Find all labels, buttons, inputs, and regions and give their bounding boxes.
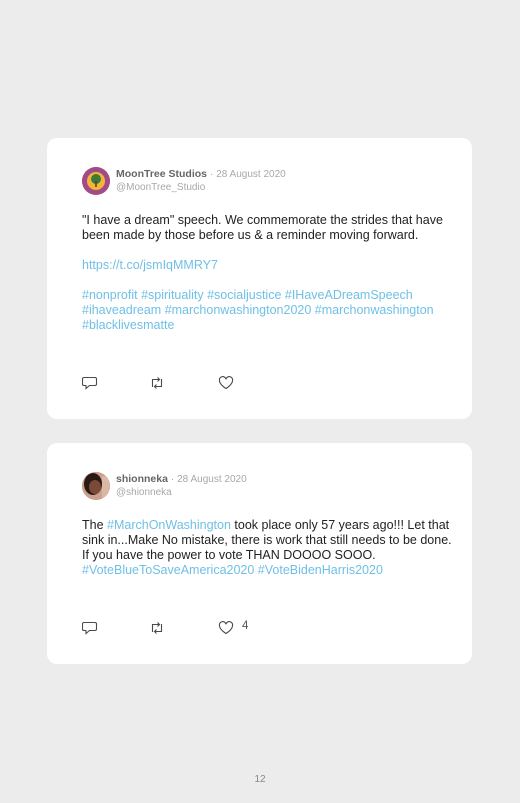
separator: · [209, 169, 214, 180]
tweet-hashtags[interactable]: #nonprofit #spirituality #socialjustice … [82, 288, 452, 333]
author-handle[interactable]: @shionneka [116, 486, 247, 499]
author-handle[interactable]: @MoonTree_Studio [116, 181, 286, 194]
page-number: 12 [254, 774, 266, 785]
tweet-hashtags[interactable]: #VoteBlueToSaveAmerica2020 #VoteBidenHar… [82, 563, 383, 577]
author-name[interactable]: shionneka [116, 473, 168, 485]
tweet-header: shionneka · 28 August 2020 @shionneka [116, 473, 247, 499]
tweet-text-body: "I have a dream" speech. We commemorate … [82, 213, 443, 242]
tweet-date[interactable]: 28 August 2020 [216, 169, 286, 180]
avatar[interactable] [82, 472, 110, 500]
tweet-hashtag[interactable]: #MarchOnWashington [107, 518, 231, 532]
tweet-card: MoonTree Studios · 28 August 2020 @MoonT… [47, 138, 472, 419]
retweet-icon[interactable] [149, 376, 165, 390]
tweet-link[interactable]: https://t.co/jsmIqMMRY7 [82, 258, 452, 273]
tweet-date[interactable]: 28 August 2020 [177, 474, 247, 485]
tweet-text-start: The [82, 518, 108, 532]
tweet-text: "I have a dream" speech. We commemorate … [82, 213, 452, 333]
tweet-text: The #MarchOnWashington took place only 5… [82, 518, 452, 578]
tweet-card: shionneka · 28 August 2020 @shionneka Th… [47, 443, 472, 664]
heart-icon[interactable] [218, 376, 234, 390]
author-name[interactable]: MoonTree Studios [116, 168, 207, 180]
separator: · [170, 474, 175, 485]
tweet-header: MoonTree Studios · 28 August 2020 @MoonT… [116, 168, 286, 194]
avatar[interactable] [82, 167, 110, 195]
like-count: 4 [242, 620, 249, 632]
reply-icon[interactable] [82, 621, 98, 635]
retweet-icon[interactable] [149, 621, 165, 635]
heart-icon[interactable] [218, 621, 234, 635]
reply-icon[interactable] [82, 376, 98, 390]
